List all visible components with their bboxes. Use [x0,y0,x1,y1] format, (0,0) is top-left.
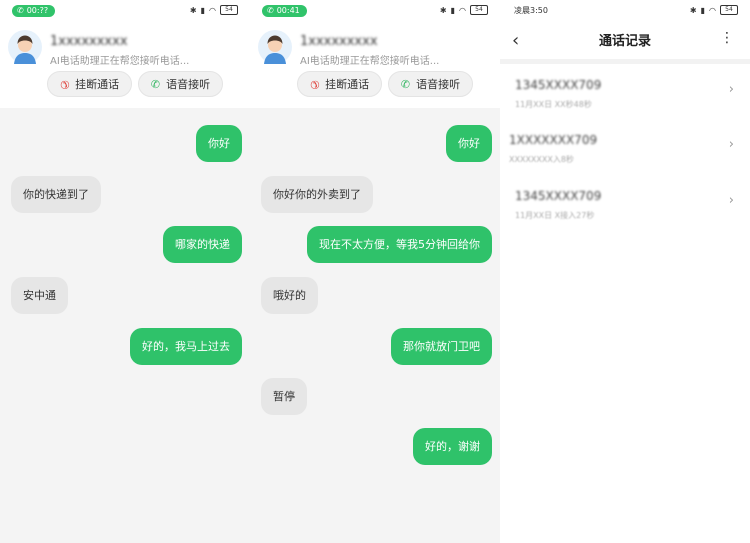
phone-icon: ✆ [267,6,274,15]
record-meta: 11月XX日 XX秒48秒 [515,100,592,109]
call-record-row[interactable]: 1XXXXXXX709 XXXXXXXX入8秒 › [500,125,750,175]
signal-icon: ▮ [450,5,456,15]
record-meta: 11月XX日 X接入27秒 [515,211,595,220]
more-vertical-icon[interactable]: ⋮ [720,30,734,46]
page-title: 通话记录 [598,34,651,49]
chat-bubble-incoming: 你的快递到了 [11,176,101,213]
caller-status: AI电话助理正在帮您接听电话... [300,56,440,67]
avatar [8,30,42,64]
chevron-right-icon: › [728,137,734,152]
voice-answer-button[interactable]: ✆ 语音接听 [138,71,223,97]
voice-answer-label: 语音接听 [166,78,211,91]
hangup-icon: ✆ [56,76,73,92]
chevron-right-icon: › [728,82,734,97]
chat-bubble-outgoing: 现在不太方便，等我5分钟回给你 [307,226,492,263]
caller-number: 1xxxxxxxxx [50,34,128,49]
status-bar: 凌晨3:50 ✱ ▮ ◠ 54 [500,0,750,22]
record-number: 1XXXXXXX709 [509,133,598,147]
caller-status: AI电话助理正在帮您接听电话... [50,56,190,67]
phone-icon: ✆ [150,77,161,91]
chat-bubble-outgoing: 好的，我马上过去 [130,328,242,365]
call-timer: 00:41 [276,6,300,15]
signal-icon: ▮ [200,5,206,15]
avatar [258,30,292,64]
bluetooth-icon: ✱ [439,5,447,15]
record-meta: XXXXXXXX入8秒 [509,155,574,164]
clock: 凌晨3:50 [514,6,548,15]
bluetooth-icon: ✱ [189,5,197,15]
call-record-row[interactable]: 1345XXXX709 11月XX日 X接入27秒 › [500,181,750,231]
chat-bubble-outgoing: 好的，谢谢 [413,428,492,465]
hangup-button[interactable]: ✆ 挂断通话 [297,71,382,97]
signal-icon: ▮ [700,5,706,15]
call-log-screen: 凌晨3:50 ✱ ▮ ◠ 54 通话记录 ‹ ⋮ 1345XXXX709 11月… [500,0,750,543]
record-number: 1345XXXX709 [515,78,602,92]
status-bar: ✆ 00:41 ✱ ▮ ◠ 54 [250,0,500,22]
status-icons: ✱ ▮ ◠ 54 [440,5,488,15]
hangup-button[interactable]: ✆ 挂断通话 [47,71,132,97]
call-timer-pill[interactable]: ✆ 00:?? [12,5,56,17]
chat-bubble-outgoing: 哪家的快递 [163,226,242,263]
call-record-row[interactable]: 1345XXXX709 11月XX日 XX秒48秒 › [500,70,750,120]
screenshot: ✆ 00:?? ✱ ▮ ◠ 54 1xxxxxxxxx AI电话助理正在帮您接听… [0,0,750,543]
back-icon[interactable]: ‹ [512,30,519,51]
battery-icon: 54 [470,5,488,15]
call-screen-1: ✆ 00:?? ✱ ▮ ◠ 54 1xxxxxxxxx AI电话助理正在帮您接听… [0,0,250,543]
hangup-label: 挂断通话 [75,78,120,91]
chat-bubble-incoming: 安中通 [11,277,68,314]
call-screen-2: ✆ 00:41 ✱ ▮ ◠ 54 1xxxxxxxxx AI电话助理正在帮您接听… [250,0,500,543]
chat-bubble-outgoing: 你好 [446,125,492,162]
wifi-icon: ◠ [209,5,216,15]
battery-icon: 54 [720,5,738,15]
status-icons: ✱ ▮ ◠ 54 [690,5,738,15]
call-timer-pill[interactable]: ✆ 00:41 [262,5,307,17]
caller-number: 1xxxxxxxxx [300,34,378,49]
call-timer: 00:?? [26,6,49,15]
voice-answer-button[interactable]: ✆ 语音接听 [388,71,473,97]
status-icons: ✱ ▮ ◠ 54 [190,5,238,15]
chat-bubble-incoming: 哦好的 [261,277,318,314]
voice-answer-label: 语音接听 [416,78,461,91]
bluetooth-icon: ✱ [689,5,697,15]
wifi-icon: ◠ [459,5,466,15]
wifi-icon: ◠ [709,5,716,15]
status-bar: ✆ 00:?? ✱ ▮ ◠ 54 [0,0,250,22]
phone-icon: ✆ [400,77,411,91]
chat-bubble-incoming: 暂停 [261,378,307,415]
divider [500,59,750,64]
chevron-right-icon: › [728,193,734,208]
hangup-label: 挂断通话 [325,78,370,91]
hangup-icon: ✆ [306,76,323,92]
phone-icon: ✆ [17,6,24,15]
battery-icon: 54 [220,5,238,15]
chat-bubble-incoming: 你好你的外卖到了 [261,176,373,213]
chat-bubble-outgoing: 你好 [196,125,242,162]
record-number: 1345XXXX709 [515,189,602,203]
chat-bubble-outgoing: 那你就放门卫吧 [391,328,492,365]
